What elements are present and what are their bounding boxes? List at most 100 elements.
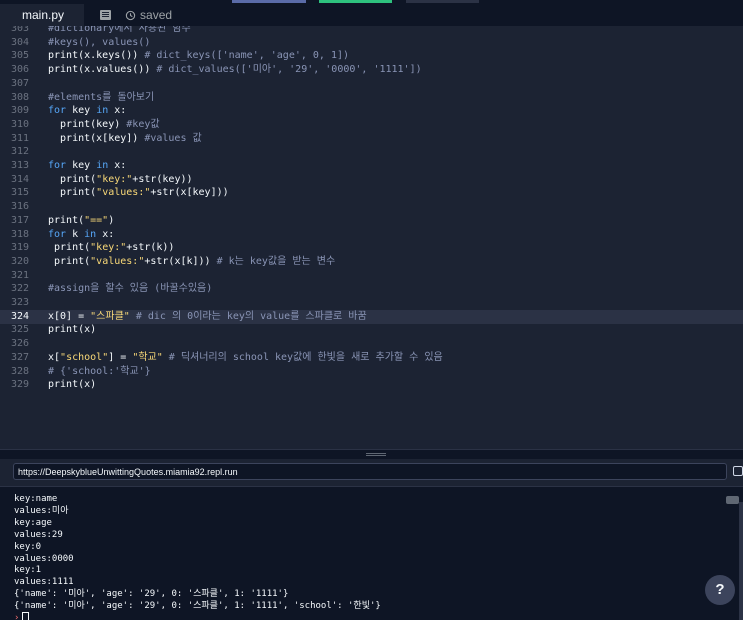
text-cursor: [22, 612, 30, 620]
line-number: 306: [10, 64, 29, 76]
tab-main-py[interactable]: main.py: [0, 4, 85, 26]
code-line[interactable]: 309 for key in x:: [0, 104, 743, 118]
code-line[interactable]: 306 print(x.values()) # dict_values(['미아'…: [0, 63, 743, 77]
code-text: for k in x:: [48, 228, 114, 242]
top-accent-bar-3: [406, 0, 479, 3]
open-in-new-tab-icon[interactable]: [733, 466, 743, 476]
code-token: x[0] =: [48, 310, 91, 322]
code-line[interactable]: 312: [0, 145, 743, 159]
code-text: for key in x:: [48, 159, 126, 173]
code-line[interactable]: 304 #keys(), values(): [0, 36, 743, 50]
code-line[interactable]: 320 print("values:"+str(x[k])) # k는 key값…: [0, 255, 743, 269]
code-line[interactable]: 308 #elements를 돌아보기: [0, 91, 743, 105]
code-token: "values:": [90, 255, 145, 267]
console-line: values:미아: [14, 505, 69, 516]
code-line[interactable]: 314 print("key:"+str(key)): [0, 173, 743, 187]
code-line[interactable]: 319 print("key:"+str(k)): [0, 241, 743, 255]
line-number: 321: [10, 269, 29, 281]
code-token: "key:": [96, 173, 133, 185]
line-number: 316: [10, 201, 29, 213]
code-text: x[0] = "스파클" # dic 의 0이라는 key의 value를 스파…: [48, 310, 367, 324]
code-text: #elements를 돌아보기: [48, 91, 154, 105]
line-number: 328: [10, 365, 29, 377]
line-number: 320: [10, 255, 29, 267]
code-line[interactable]: 328 # {'school:'학교'}: [0, 365, 743, 379]
code-line[interactable]: 316: [0, 200, 743, 214]
console-prompt[interactable]: ›: [14, 612, 30, 620]
code-token: # 딕셔너리의 school key값에 한빛을 새로 추가할 수 있음: [168, 351, 443, 363]
line-number: 319: [10, 242, 29, 254]
code-text: print(x[key]) #values 값: [48, 132, 202, 146]
code-text: # {'school:'학교'}: [48, 365, 151, 379]
code-token: print(: [48, 255, 91, 267]
console-output[interactable]: key:name values:미아 key:age values:29 key:0 va…: [0, 487, 743, 620]
code-text: x["school"] = "학교" # 딕셔너리의 school key값에 …: [48, 351, 443, 365]
line-number: 312: [10, 146, 29, 158]
code-line[interactable]: 323: [0, 296, 743, 310]
line-number: 309: [10, 105, 29, 117]
code-line[interactable]: 317 print("=="): [0, 214, 743, 228]
console-line: key:name: [14, 494, 58, 504]
code-token: x:: [114, 105, 127, 117]
editor-tab-bar: main.py saved: [0, 4, 743, 27]
url-bar: https://DeepskyblueUnwittingQuotes.miami…: [0, 459, 743, 487]
code-line[interactable]: 321: [0, 269, 743, 283]
console-line: values:29: [14, 529, 63, 540]
code-line[interactable]: 303 #dictionary에서 사용된 함수: [0, 26, 743, 36]
code-editor[interactable]: 303 #dictionary에서 사용된 함수 304 #keys(), value…: [0, 26, 743, 450]
code-text: print("values:"+str(x[k])) # k는 key값을 받는…: [48, 255, 335, 269]
code-token: +str(x[k])): [144, 255, 217, 267]
drag-handle-icon[interactable]: [366, 453, 386, 456]
code-token: x[: [48, 351, 61, 363]
history-icon: [125, 10, 136, 20]
help-button[interactable]: ?: [705, 575, 735, 605]
code-text: print(x.keys()) # dict_keys(['name', 'ag…: [48, 49, 349, 63]
code-token: # k는 key값을 받는 변수: [216, 255, 336, 267]
code-token: print(: [48, 173, 97, 185]
line-number: 308: [10, 91, 29, 103]
code-line[interactable]: 307: [0, 77, 743, 91]
code-line[interactable]: 326: [0, 337, 743, 351]
code-token: # dic 의 0이라는 key의 value를 스파클로 바꿈: [135, 310, 367, 322]
code-text: print(x): [48, 323, 96, 337]
code-line[interactable]: 315 print("values:"+str(x[key])): [0, 186, 743, 200]
code-token: +str(k)): [126, 242, 175, 254]
line-number: 311: [10, 132, 29, 144]
code-line[interactable]: 305 print(x.keys()) # dict_keys(['name', …: [0, 49, 743, 63]
line-number: 325: [10, 324, 29, 336]
code-token: key: [72, 105, 97, 117]
code-token: "school": [60, 351, 109, 363]
code-token: #dictionary에서 사용된 함수: [48, 26, 191, 34]
line-number: 324: [10, 310, 29, 322]
code-text: #keys(), values(): [48, 36, 150, 50]
code-line[interactable]: 329 print(x): [0, 378, 743, 392]
code-line[interactable]: 313 for key in x:: [0, 159, 743, 173]
code-line[interactable]: 324 x[0] = "스파클" # dic 의 0이라는 key의 value를…: [0, 309, 743, 324]
console-scrollbar[interactable]: [739, 502, 743, 620]
code-token: print(x.keys()): [48, 50, 145, 62]
code-token: print(key): [48, 118, 127, 130]
code-token: for: [48, 105, 73, 117]
code-token: #key값: [126, 118, 160, 130]
code-text: print("key:"+str(k)): [48, 241, 174, 255]
console-line: values:0000: [14, 553, 74, 564]
file-tab-icon[interactable]: [100, 10, 112, 20]
code-token: # {'school:'학교'}: [48, 365, 151, 377]
console-line: values:1111: [14, 577, 74, 588]
code-line[interactable]: 318 for k in x:: [0, 228, 743, 242]
code-text: print(x): [48, 378, 96, 392]
clear-console-icon[interactable]: [726, 496, 739, 504]
code-line[interactable]: 310 print(key) #key값: [0, 118, 743, 132]
console-line: key:age: [14, 517, 52, 528]
console-line: key:1: [14, 565, 42, 576]
code-token: in: [96, 105, 115, 117]
tab-file-label: main.py: [22, 8, 65, 22]
code-line[interactable]: 327 x["school"] = "학교" # 딕셔너리의 school key…: [0, 351, 743, 365]
save-status: saved: [125, 8, 172, 22]
code-token: "스파클": [90, 310, 136, 322]
url-field[interactable]: https://DeepskyblueUnwittingQuotes.miami…: [13, 463, 727, 480]
code-line[interactable]: 322 #assign을 할수 있음 (바꿀수있음): [0, 282, 743, 296]
code-line[interactable]: 325 print(x): [0, 323, 743, 337]
line-number: 314: [10, 173, 29, 185]
code-line[interactable]: 311 print(x[key]) #values 값: [0, 132, 743, 146]
